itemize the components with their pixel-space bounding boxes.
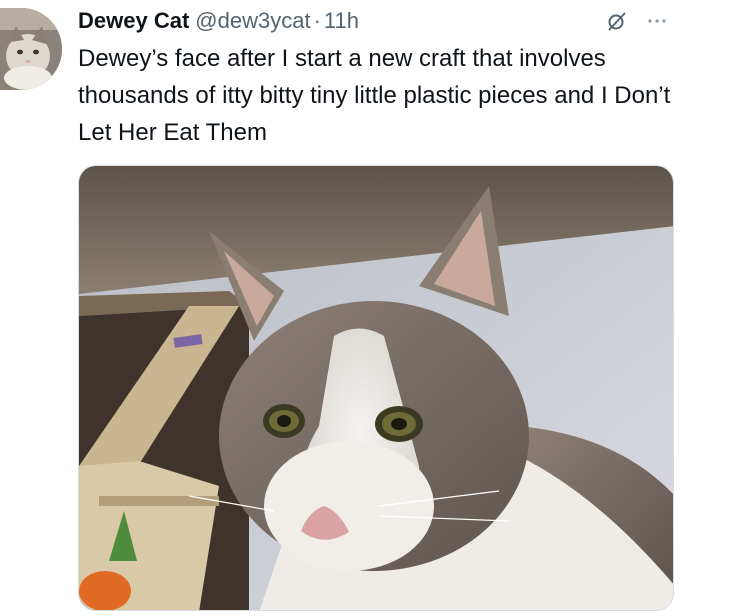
user-handle[interactable]: @dew3ycat <box>195 8 310 34</box>
timestamp[interactable]: 11h <box>324 8 359 34</box>
tweet-text: Dewey’s face after I start a new craft t… <box>78 45 671 146</box>
slashed-circle-icon[interactable] <box>604 8 630 34</box>
tweet: Dewey Cat @dew3ycat · 11h Dewey’s face a… <box>0 0 736 616</box>
tweet-header: Dewey Cat @dew3ycat · 11h <box>78 6 359 36</box>
avatar[interactable] <box>0 8 62 90</box>
avatar-image <box>0 8 62 90</box>
cat-photo <box>79 166 673 610</box>
more-dots-icon[interactable] <box>644 8 670 34</box>
display-name[interactable]: Dewey Cat <box>78 8 189 34</box>
tweet-media-photo[interactable] <box>78 165 674 611</box>
separator-dot: · <box>313 8 321 33</box>
